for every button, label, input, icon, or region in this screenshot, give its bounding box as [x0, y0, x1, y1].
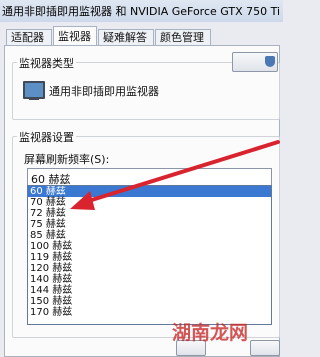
refresh-option-140[interactable]: 140 赫兹 — [28, 274, 271, 285]
shield-icon — [265, 56, 275, 67]
watermark-text: 湖南龙网 — [172, 322, 249, 344]
refresh-option-70[interactable]: 70 赫兹 — [28, 197, 271, 208]
monitor-properties-button[interactable] — [232, 52, 278, 72]
window-title: 通用非即插即用监视器 和 NVIDIA GeForce GTX 750 Ti — [2, 5, 281, 18]
refresh-option-150[interactable]: 150 赫兹 — [28, 296, 271, 307]
title-bar: 通用非即插即用监视器 和 NVIDIA GeForce GTX 750 Ti — [0, 0, 283, 22]
refresh-option-60[interactable]: 60 赫兹 — [28, 186, 271, 197]
refresh-option-120[interactable]: 120 赫兹 — [28, 263, 271, 274]
tab-monitor[interactable]: 监视器 — [53, 26, 97, 47]
refresh-option-75[interactable]: 75 赫兹 — [28, 219, 271, 230]
monitor-type-label: 监视器类型 — [17, 55, 76, 71]
tab-strip: 适配器 监视器 疑难解答 颜色管理 — [0, 26, 283, 47]
monitor-settings-label: 监视器设置 — [17, 129, 76, 145]
tab-adapter[interactable]: 适配器 — [6, 29, 52, 45]
tab-troubleshoot[interactable]: 疑难解答 — [98, 29, 154, 45]
refresh-option-72[interactable]: 72 赫兹 — [28, 208, 271, 219]
refresh-option-170[interactable]: 170 赫兹 — [28, 307, 271, 318]
monitor-stand-icon — [29, 97, 39, 100]
refresh-option-119[interactable]: 119 赫兹 — [28, 252, 271, 263]
refresh-rate-select[interactable]: 60 赫兹 — [27, 168, 272, 186]
monitor-name: 通用非即插即用监视器 — [49, 85, 159, 98]
refresh-rate-label: 屏幕刷新频率(S): — [24, 153, 110, 166]
cancel-button[interactable] — [250, 340, 280, 356]
tab-color-management[interactable]: 颜色管理 — [155, 29, 211, 45]
refresh-option-144[interactable]: 144 赫兹 — [28, 285, 271, 296]
refresh-option-85[interactable]: 85 赫兹 — [28, 230, 271, 241]
refresh-rate-dropdown: 60 赫兹 70 赫兹 72 赫兹 75 赫兹 85 赫兹 100 赫兹 119… — [27, 185, 272, 325]
refresh-option-100[interactable]: 100 赫兹 — [28, 241, 271, 252]
